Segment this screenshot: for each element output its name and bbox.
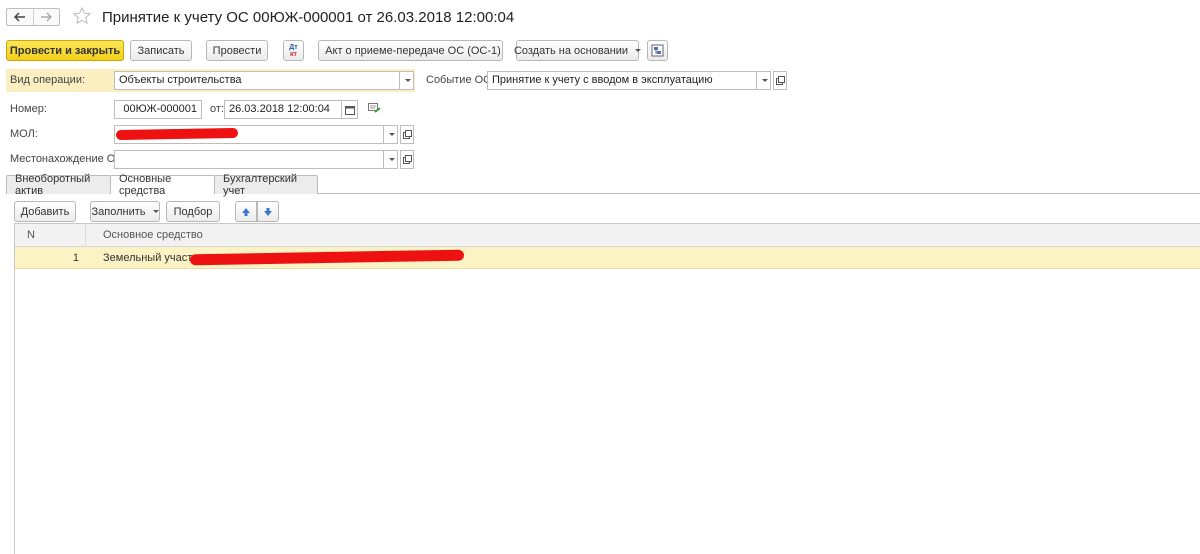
fill-button[interactable]: Заполнить [90, 201, 160, 222]
arrow-right-icon [41, 12, 53, 22]
tab-fixed-assets[interactable]: Основные средства [110, 173, 215, 197]
location-field[interactable] [114, 150, 384, 169]
select-button[interactable]: Подбор [166, 201, 220, 222]
open-link-icon [775, 76, 785, 85]
arrow-up-icon [242, 207, 250, 216]
redaction-mark [115, 127, 239, 141]
number-edit-icon[interactable] [368, 103, 381, 117]
location-label: Местонахождение ОС: [10, 153, 127, 165]
row-asset: Земельный участок [103, 252, 204, 264]
table-header: N Основное средство [15, 224, 1200, 247]
document-title: Принятие к учету ОС 00ЮЖ-000001 от 26.03… [102, 9, 515, 26]
history-nav [6, 8, 60, 26]
operation-dropdown-button[interactable] [400, 71, 414, 90]
back-button[interactable] [7, 9, 33, 25]
column-header-n[interactable]: N [27, 229, 35, 241]
open-link-icon [402, 155, 412, 164]
operation-label: Вид операции: [10, 74, 86, 86]
fixed-assets-table: N Основное средство 1 Земельный участок [14, 223, 1200, 554]
event-field[interactable]: Принятие к учету с вводом в эксплуатацию [487, 71, 757, 90]
chevron-down-icon [388, 158, 395, 161]
tab-non-current-asset[interactable]: Внеоборотный актив [6, 173, 111, 197]
move-up-button[interactable] [235, 201, 257, 222]
number-label: Номер: [10, 103, 47, 115]
chevron-down-icon [635, 49, 642, 52]
dt-kt-button[interactable]: Дт кт [283, 40, 304, 61]
open-link-icon [402, 130, 412, 139]
print-act-button[interactable]: Акт о приеме-передаче ОС (ОС-1) [318, 40, 503, 61]
event-open-button[interactable] [773, 71, 787, 90]
chevron-down-icon [404, 79, 411, 82]
row-number: 1 [72, 252, 79, 264]
move-down-button[interactable] [257, 201, 279, 222]
report-structure-button[interactable] [647, 40, 668, 61]
dt-kt-icon-bottom: кт [290, 50, 297, 58]
number-field[interactable]: 00ЮЖ-000001 [114, 100, 202, 119]
post-button[interactable]: Провести [206, 40, 268, 61]
arrow-left-icon [13, 12, 25, 22]
mol-open-button[interactable] [400, 125, 414, 144]
mol-dropdown-button[interactable] [384, 125, 398, 144]
tab-accounting[interactable]: Бухгалтерский учет [214, 173, 318, 197]
chevron-down-icon [388, 133, 395, 136]
chevron-down-icon [152, 210, 159, 213]
date-field[interactable]: 26.03.2018 12:00:04 [224, 100, 342, 119]
structure-icon [651, 44, 664, 57]
event-dropdown-button[interactable] [757, 71, 771, 90]
operation-type-field[interactable]: Объекты строительства [114, 71, 400, 90]
print-act-label: Акт о приеме-передаче ОС (ОС-1) [325, 44, 501, 57]
fill-label: Заполнить [91, 205, 146, 218]
column-divider [85, 224, 86, 247]
mol-label: МОЛ: [10, 128, 38, 140]
calendar-button[interactable] [342, 100, 358, 119]
calendar-icon [344, 105, 355, 115]
location-dropdown-button[interactable] [384, 150, 398, 169]
forward-button[interactable] [32, 9, 60, 25]
location-open-button[interactable] [400, 150, 414, 169]
date-label: от: [210, 103, 224, 115]
create-based-on-button[interactable]: Создать на основании [513, 40, 642, 61]
post-and-close-button[interactable]: Провести и закрыть [6, 40, 124, 61]
column-header-asset[interactable]: Основное средство [103, 229, 203, 241]
favorite-star-icon[interactable] [72, 6, 92, 26]
event-label: Событие ОС: [426, 74, 495, 86]
arrow-down-icon [264, 207, 272, 216]
save-button[interactable]: Записать [130, 40, 192, 61]
chevron-down-icon [761, 79, 768, 82]
dt-kt-icon-top: Дт [289, 43, 298, 51]
create-based-on-label: Создать на основании [513, 44, 629, 57]
add-button[interactable]: Добавить [14, 201, 76, 222]
